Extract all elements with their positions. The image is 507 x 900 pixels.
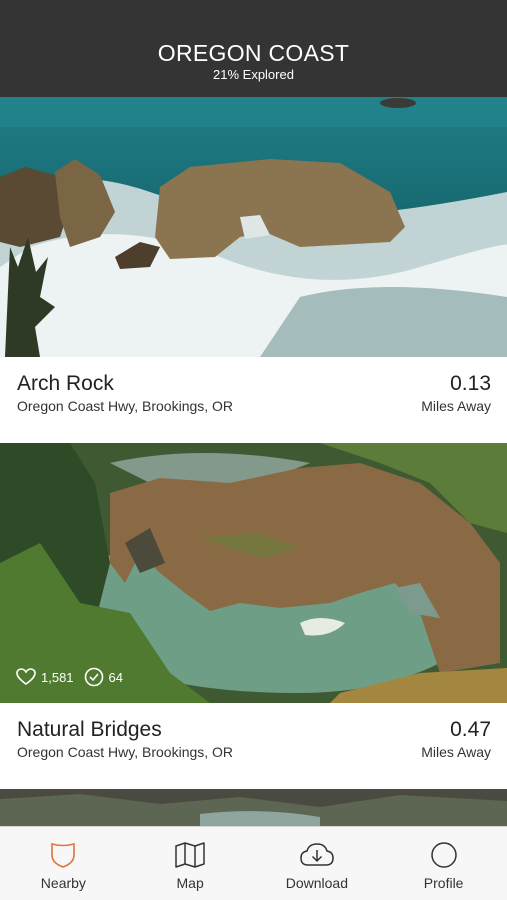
checkins-count: 64 (108, 669, 124, 685)
app-header: OREGON COAST 21% Explored (0, 0, 507, 97)
place-name: Natural Bridges (17, 718, 162, 741)
place-stats: 1,581 64 (16, 667, 133, 687)
place-distance-unit: Miles Away (421, 744, 491, 760)
tab-profile[interactable]: Profile (380, 827, 507, 900)
profile-icon (430, 842, 457, 868)
shield-icon (51, 842, 76, 868)
place-card-natural-bridges[interactable]: Natural Bridges Oregon Coast Hwy, Brooki… (0, 703, 507, 789)
map-icon (175, 842, 205, 868)
place-address: Oregon Coast Hwy, Brookings, OR (17, 398, 234, 414)
place-distance: 0.13 (450, 372, 491, 395)
place-address: Oregon Coast Hwy, Brookings, OR (17, 744, 234, 760)
tab-label: Map (176, 875, 204, 891)
tab-label: Download (285, 875, 348, 891)
tab-nearby[interactable]: Nearby (0, 827, 127, 900)
place-card-arch-rock[interactable]: Arch Rock Oregon Coast Hwy, Brookings, O… (0, 357, 507, 443)
tab-bar: Nearby Map Download Profile (0, 826, 507, 900)
likes-stat[interactable]: 1,581 (16, 668, 74, 686)
natural-bridges-photo[interactable]: 1,581 64 (0, 443, 507, 703)
page-title: OREGON COAST (157, 40, 350, 66)
explored-progress: 21% Explored (213, 67, 294, 82)
likes-count: 1,581 (41, 669, 74, 685)
tab-label: Profile (423, 875, 464, 891)
checkins-stat[interactable]: 64 (84, 667, 123, 687)
tab-download[interactable]: Download (254, 827, 381, 900)
cloud-download-icon (300, 843, 334, 866)
heart-icon (16, 668, 36, 685)
place-name: Arch Rock (17, 372, 114, 395)
arch-rock-photo[interactable] (0, 97, 507, 357)
check-circle-icon (84, 667, 103, 687)
place-distance: 0.47 (450, 718, 491, 741)
tab-label: Nearby (40, 875, 86, 891)
tab-map[interactable]: Map (127, 827, 254, 900)
next-place-photo[interactable] (0, 789, 507, 826)
place-distance-unit: Miles Away (421, 398, 491, 414)
